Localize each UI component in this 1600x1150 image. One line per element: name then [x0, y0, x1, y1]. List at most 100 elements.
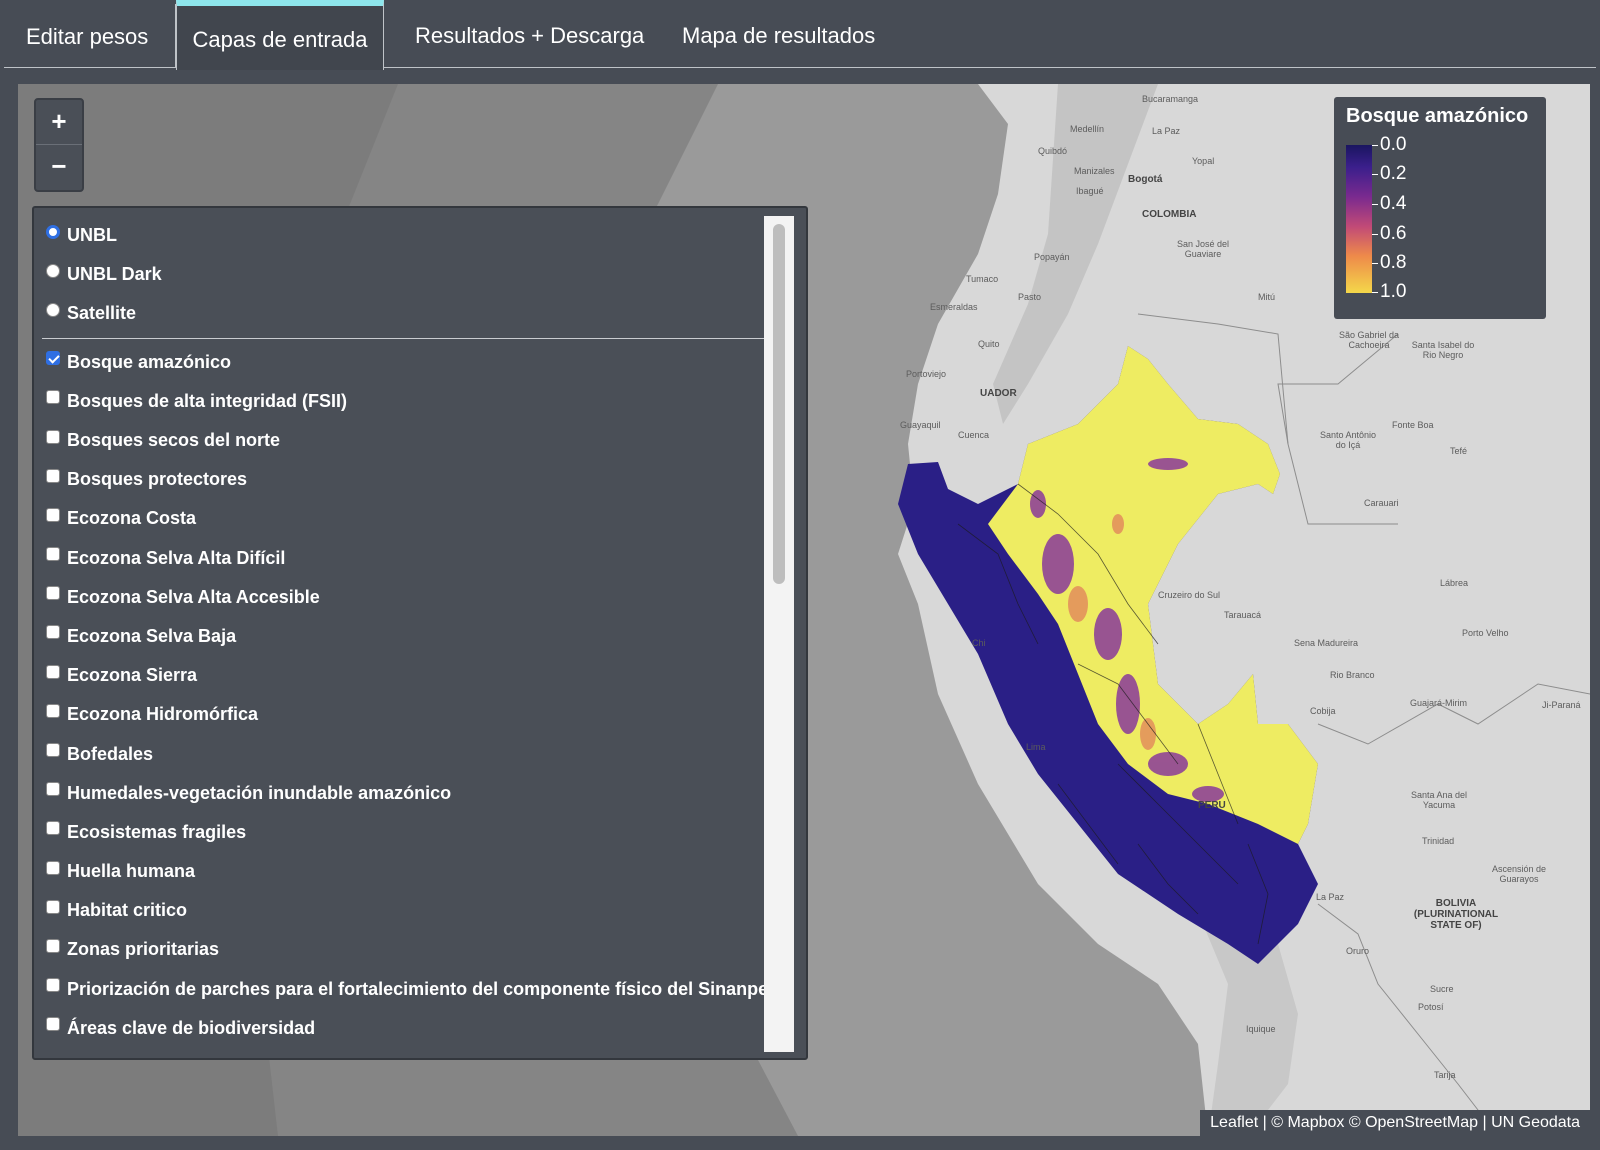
base-layer-unbl[interactable]: UNBL	[42, 216, 764, 255]
layer-list: UNBL UNBL Dark Satellite Bosque amazónic…	[42, 216, 764, 1052]
map-label: Santa Ana del Yacuma	[1410, 790, 1468, 810]
overlay-item[interactable]: Priorización de parches para el fortalec…	[42, 970, 764, 1009]
layer-label: UNBL Dark	[67, 264, 162, 285]
layer-label: Bosque amazónico	[67, 351, 232, 372]
checkbox[interactable]	[46, 821, 60, 836]
map-label: Tarija	[1434, 1070, 1456, 1080]
checkbox[interactable]	[46, 429, 60, 444]
overlay-item[interactable]: Bosques secos del norte	[42, 421, 764, 460]
legend-tick	[1372, 204, 1378, 205]
map-label: Esmeraldas	[930, 302, 978, 312]
layer-label: Habitat critico	[67, 900, 188, 921]
map-label: San José del Guaviare	[1176, 239, 1230, 259]
radio-button[interactable]	[46, 263, 60, 278]
map-label: Cruzeiro do Sul	[1158, 590, 1221, 600]
map-label: Sena Madureira	[1294, 638, 1359, 648]
checkbox[interactable]	[46, 468, 60, 483]
overlay-item[interactable]: Ecozona Hidromórfica	[42, 695, 764, 734]
zoom-out-button[interactable]: −	[36, 144, 82, 189]
overlay-item[interactable]: Ecozona Selva Alta Difícil	[42, 539, 764, 578]
checkbox[interactable]	[46, 743, 60, 758]
zoom-in-button[interactable]: +	[36, 100, 82, 144]
map-label: Tarauacá	[1224, 610, 1262, 620]
map-label: Porto Velho	[1462, 628, 1509, 638]
map-label: Manizales	[1074, 166, 1115, 176]
map-label: Oruro	[1346, 946, 1370, 956]
overlay-item[interactable]: Zonas prioritarias	[42, 930, 764, 969]
checkbox[interactable]	[46, 860, 60, 875]
layer-label: Priorización de parches para el fortalec…	[67, 978, 764, 999]
map-attribution[interactable]: Leaflet | © Mapbox © OpenStreetMap | UN …	[1200, 1110, 1590, 1136]
tab-resultados-descarga[interactable]: Resultados + Descarga	[393, 4, 666, 68]
legend-label: 0.2	[1380, 163, 1407, 184]
layer-label: Bosques protectores	[67, 469, 248, 490]
overlay-item[interactable]: Humedales-vegetación inundable amazónico	[42, 774, 764, 813]
layer-label: Bosques secos del norte	[67, 430, 281, 451]
overlay-item[interactable]: Ecosistemas fragiles	[42, 813, 764, 852]
checkbox[interactable]	[46, 1017, 60, 1032]
overlay-item[interactable]: Bofedales	[42, 734, 764, 773]
overlay-item[interactable]: Bosque amazónico	[42, 343, 764, 382]
map-label: Sucre	[1430, 984, 1454, 994]
base-layer-unbl-dark[interactable]: UNBL Dark	[42, 255, 764, 294]
overlay-item[interactable]: Bosques protectores	[42, 460, 764, 499]
map-label: La Paz	[1152, 126, 1181, 136]
layer-label: Ecozona Costa	[67, 508, 197, 529]
overlay-item[interactable]: Habitat critico	[42, 891, 764, 930]
map-label: Guayaquil	[900, 420, 941, 430]
map[interactable]: Bucaramanga Medellín La Paz Quibdó Maniz…	[18, 84, 1590, 1136]
overlay-item[interactable]: Huella humana	[42, 852, 764, 891]
overlay-item[interactable]: Áreas clave de biodiversidad	[42, 1009, 764, 1048]
checkbox[interactable]	[46, 625, 60, 640]
radio-button[interactable]	[46, 302, 60, 317]
map-label: Lima	[1026, 742, 1046, 752]
map-label: Rio Branco	[1330, 670, 1375, 680]
legend-tick	[1372, 145, 1378, 146]
scrollbar-thumb[interactable]	[773, 224, 785, 584]
map-label: PERU	[1198, 800, 1226, 811]
base-layer-satellite[interactable]: Satellite	[42, 294, 764, 333]
map-legend: Bosque amazónico 0.0 0.2 0.4 0.6 0.8 1.0	[1334, 97, 1546, 319]
legend-tick	[1372, 174, 1378, 175]
checkbox[interactable]	[46, 547, 60, 562]
overlay-item[interactable]: Bosques de alta integridad (FSII)	[42, 382, 764, 421]
layer-label: Humedales-vegetación inundable amazónico	[67, 782, 452, 803]
checkbox[interactable]	[46, 390, 60, 405]
overlay-item[interactable]: Ecozona Costa	[42, 499, 764, 538]
checkbox[interactable]	[46, 782, 60, 797]
map-label: Lábrea	[1440, 578, 1469, 588]
tab-editar-pesos[interactable]: Editar pesos	[4, 4, 176, 68]
legend-tick	[1372, 292, 1378, 293]
map-label: Santa Isabel do Rio Negro	[1411, 340, 1475, 360]
checkbox[interactable]	[46, 507, 60, 522]
map-label: São Gabriel da Cachoeira	[1338, 330, 1400, 350]
checkbox[interactable]	[46, 938, 60, 953]
layer-list-scrollbar[interactable]	[764, 216, 794, 1052]
map-label: Guajará-Mirim	[1410, 698, 1468, 708]
map-label: Tefé	[1450, 446, 1468, 456]
legend-color-ramp	[1346, 145, 1372, 293]
layer-label: Ecozona Selva Alta Accesible	[67, 586, 320, 607]
overlay-item[interactable]: Ecozona Selva Alta Accesible	[42, 578, 764, 617]
checkbox[interactable]	[46, 664, 60, 679]
map-label: Popayán	[1034, 252, 1070, 262]
map-label: UADOR	[980, 388, 1017, 399]
checkbox[interactable]	[46, 351, 60, 366]
map-label: Bogotá	[1128, 174, 1163, 185]
tab-mapa-de-resultados[interactable]: Mapa de resultados	[660, 4, 897, 68]
zoom-control: + −	[34, 98, 84, 192]
checkbox[interactable]	[46, 703, 60, 718]
layer-label: Ecozona Sierra	[67, 665, 198, 686]
overlay-item[interactable]: Ecozona Sierra	[42, 656, 764, 695]
radio-button[interactable]	[46, 224, 60, 239]
map-label: Ibagué	[1076, 186, 1104, 196]
tab-capas-de-entrada[interactable]: Capas de entrada	[176, 0, 384, 70]
layer-separator	[42, 337, 764, 339]
checkbox[interactable]	[46, 899, 60, 914]
checkbox[interactable]	[46, 586, 60, 601]
map-label: Ji-Paraná	[1542, 700, 1581, 710]
overlay-item[interactable]: Ecozona Selva Baja	[42, 617, 764, 656]
checkbox[interactable]	[46, 978, 60, 993]
map-label: Yopal	[1192, 156, 1215, 166]
map-label: Bucaramanga	[1142, 94, 1199, 104]
